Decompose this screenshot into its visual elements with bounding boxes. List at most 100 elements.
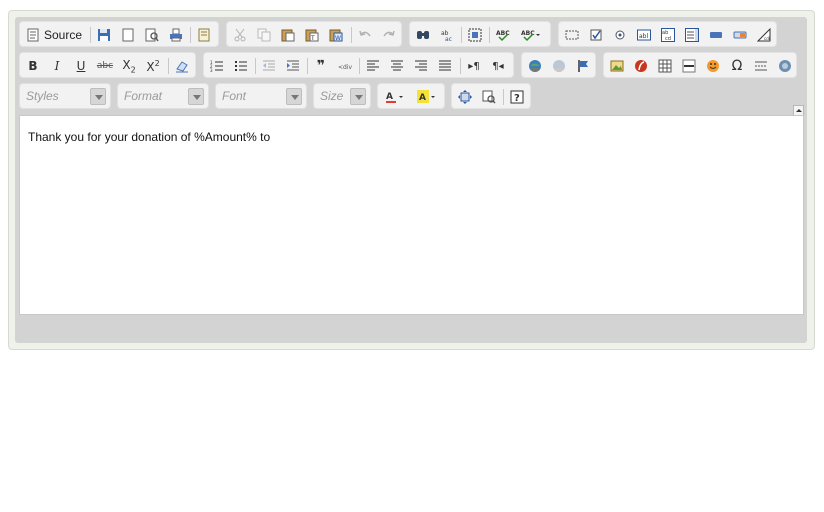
chevron-down-icon[interactable] bbox=[350, 88, 366, 105]
chevron-down-icon[interactable] bbox=[188, 88, 204, 105]
svg-text:ac: ac bbox=[445, 36, 452, 42]
align-right-icon bbox=[415, 60, 427, 71]
remove-format-button[interactable] bbox=[172, 56, 192, 76]
text-color-icon: A bbox=[386, 92, 403, 103]
select-all-button[interactable] bbox=[465, 25, 485, 45]
superscript-button[interactable]: X2 bbox=[143, 56, 163, 76]
paste-word-button[interactable]: W bbox=[326, 25, 346, 45]
align-center-button[interactable] bbox=[387, 56, 407, 76]
toolbar-group-editing: ab ac ABC ABC bbox=[409, 21, 551, 47]
styles-combo[interactable]: Styles bbox=[19, 83, 111, 109]
spellcheck-button[interactable]: ABC bbox=[493, 25, 513, 45]
textarea-button[interactable]: ab cd bbox=[658, 25, 678, 45]
image-button[interactable] bbox=[607, 56, 627, 76]
indent-button[interactable] bbox=[283, 56, 303, 76]
source-label: Source bbox=[44, 28, 83, 42]
about-icon: ? bbox=[510, 90, 524, 104]
editor-frame: Source T W ab ac ABC ABC abl ab cd cdi B… bbox=[8, 10, 815, 350]
source-button[interactable]: Source bbox=[24, 25, 88, 45]
form-button[interactable] bbox=[562, 25, 582, 45]
align-left-button[interactable] bbox=[363, 56, 383, 76]
flash-button[interactable] bbox=[631, 56, 651, 76]
format-combo[interactable]: Format bbox=[117, 83, 209, 109]
div-button[interactable]: <div> bbox=[335, 56, 355, 76]
paste-button[interactable] bbox=[278, 25, 298, 45]
font-combo[interactable]: Font bbox=[215, 83, 307, 109]
redo-button[interactable] bbox=[379, 25, 399, 45]
bg-color-button[interactable]: A bbox=[413, 87, 441, 107]
paste-icon bbox=[281, 29, 295, 42]
subscript-button[interactable]: X2 bbox=[119, 56, 139, 76]
unlink-button[interactable] bbox=[549, 56, 569, 76]
svg-text:A: A bbox=[419, 93, 426, 103]
outdent-button[interactable] bbox=[259, 56, 279, 76]
print-button[interactable] bbox=[166, 25, 186, 45]
save-icon bbox=[98, 29, 110, 41]
svg-text:W: W bbox=[335, 35, 341, 42]
justify-button[interactable] bbox=[435, 56, 455, 76]
svg-text:A: A bbox=[386, 92, 393, 102]
blockquote-button[interactable]: ❞ bbox=[311, 56, 331, 76]
chevron-down-icon[interactable] bbox=[286, 88, 302, 105]
preview-button[interactable] bbox=[142, 25, 162, 45]
bold-button[interactable]: B bbox=[23, 56, 43, 76]
hidden-field-button[interactable]: cdi bbox=[754, 25, 774, 45]
spellcheck-as-you-type-button[interactable]: ABC bbox=[517, 25, 545, 45]
numbered-list-button[interactable]: 123 bbox=[207, 56, 227, 76]
horizontal-rule-button[interactable] bbox=[679, 56, 699, 76]
iframe-button[interactable] bbox=[775, 56, 795, 76]
paste-text-button[interactable]: T bbox=[302, 25, 322, 45]
indent-icon bbox=[287, 60, 299, 71]
numbered-list-icon: 123 bbox=[210, 60, 223, 73]
replace-button[interactable]: ab ac bbox=[437, 25, 457, 45]
show-blocks-button[interactable] bbox=[479, 87, 499, 107]
find-icon bbox=[417, 31, 429, 39]
text-color-button[interactable]: A bbox=[381, 87, 409, 107]
size-combo[interactable]: Size bbox=[313, 83, 371, 109]
italic-button[interactable]: I bbox=[47, 56, 67, 76]
copy-button[interactable] bbox=[254, 25, 274, 45]
button-button[interactable] bbox=[706, 25, 726, 45]
textfield-button[interactable]: abl bbox=[634, 25, 654, 45]
strike-button[interactable]: abc bbox=[95, 56, 115, 76]
toolbar-group-forms: abl ab cd cdi bbox=[558, 21, 777, 47]
styles-placeholder: Styles bbox=[26, 89, 59, 103]
bulleted-list-button[interactable] bbox=[231, 56, 251, 76]
special-char-button[interactable]: Ω bbox=[727, 56, 747, 76]
find-button[interactable] bbox=[413, 25, 433, 45]
undo-button[interactable] bbox=[355, 25, 375, 45]
radio-button[interactable] bbox=[610, 25, 630, 45]
image-button-button[interactable] bbox=[730, 25, 750, 45]
smiley-button[interactable] bbox=[703, 56, 723, 76]
ltr-button[interactable]: ▸¶ bbox=[464, 56, 484, 76]
about-button[interactable]: ? bbox=[507, 87, 527, 107]
bulleted-list-icon bbox=[235, 61, 247, 71]
bg-color-icon: A bbox=[417, 90, 435, 103]
select-button[interactable] bbox=[682, 25, 702, 45]
rtl-button[interactable]: ¶◂ bbox=[488, 56, 508, 76]
templates-button[interactable] bbox=[194, 25, 214, 45]
paste-word-icon: W bbox=[329, 29, 343, 42]
italic-icon: I bbox=[54, 59, 60, 73]
svg-text:T: T bbox=[310, 35, 315, 42]
chevron-down-icon[interactable] bbox=[90, 88, 106, 105]
page-break-button[interactable] bbox=[751, 56, 771, 76]
link-button[interactable] bbox=[525, 56, 545, 76]
redo-icon bbox=[383, 30, 395, 37]
anchor-button[interactable] bbox=[573, 56, 593, 76]
strike-icon: abc bbox=[96, 61, 114, 71]
radio-icon bbox=[615, 30, 625, 40]
underline-button[interactable]: U bbox=[71, 56, 91, 76]
editor-content-area[interactable]: Thank you for your donation of %Amount% … bbox=[19, 115, 804, 315]
table-button[interactable] bbox=[655, 56, 675, 76]
editor-body-text[interactable]: Thank you for your donation of %Amount% … bbox=[28, 130, 270, 144]
align-right-button[interactable] bbox=[411, 56, 431, 76]
save-button[interactable] bbox=[94, 25, 114, 45]
new-page-button[interactable] bbox=[118, 25, 138, 45]
svg-text:ABC: ABC bbox=[521, 30, 535, 37]
maximize-button[interactable] bbox=[455, 87, 475, 107]
checkbox-button[interactable] bbox=[586, 25, 606, 45]
toolbar-group-colors: A A bbox=[377, 83, 445, 109]
svg-text:<div>: <div> bbox=[338, 64, 352, 71]
cut-button[interactable] bbox=[230, 25, 250, 45]
